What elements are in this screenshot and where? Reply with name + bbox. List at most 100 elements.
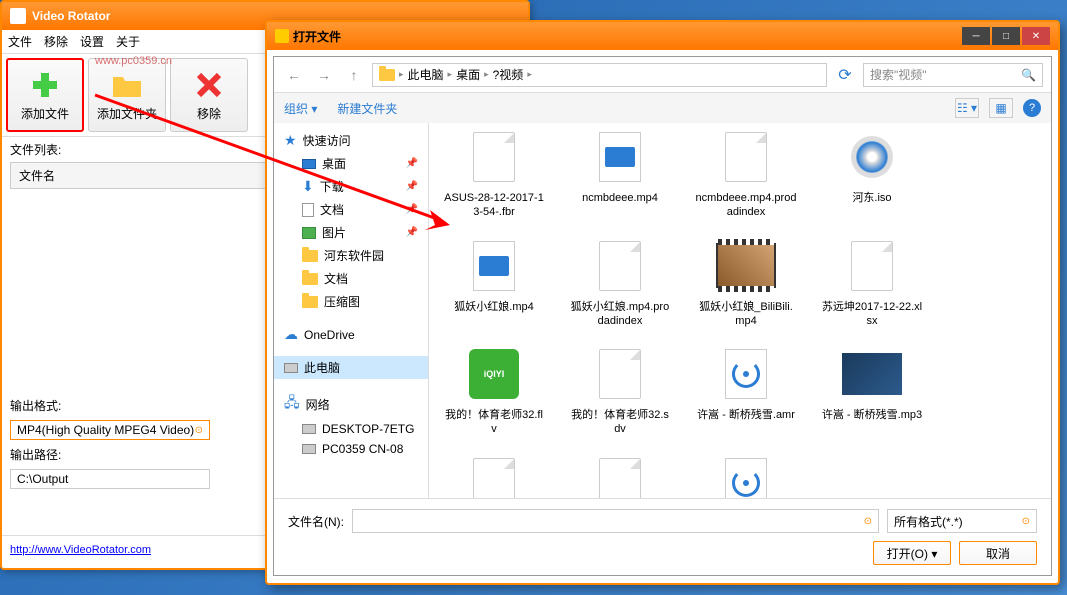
refresh-button[interactable]: ⟳ <box>833 63 857 87</box>
file-icon <box>590 236 650 296</box>
cloud-icon: ☁ <box>284 326 298 343</box>
menu-about[interactable]: 关于 <box>116 33 140 50</box>
file-name: ASUS-28-12-2017-13-54-.fbr <box>443 191 545 220</box>
sidebar-onedrive[interactable]: ☁OneDrive <box>274 323 428 346</box>
file-item[interactable]: iQIYI我的！体育老师32.flv <box>439 340 549 441</box>
file-name: 我的！体育老师32.sdv <box>569 408 671 437</box>
sidebar-documents[interactable]: 文档📌 <box>274 198 428 221</box>
output-format-select[interactable]: MP4(High Quality MPEG4 Video) ⊙ <box>10 420 210 440</box>
download-icon: ⬇ <box>302 178 314 195</box>
file-icon <box>590 453 650 498</box>
maximize-button[interactable]: □ <box>992 27 1020 45</box>
folder-icon <box>379 69 395 81</box>
filename-label: 文件名(N): <box>288 513 344 530</box>
add-folder-button[interactable]: 添加文件夹 <box>88 58 166 132</box>
x-icon <box>193 69 225 101</box>
help-button[interactable]: ? <box>1023 99 1041 117</box>
remove-label: 移除 <box>197 105 221 122</box>
breadcrumb-item[interactable]: 此电脑 <box>408 66 444 83</box>
plus-icon <box>29 69 61 101</box>
sidebar-network[interactable]: 🖧网络 <box>274 389 428 419</box>
pin-icon: 📌 <box>406 227 418 238</box>
file-item[interactable]: 苏远坤2017-12-22.xlsx <box>817 232 927 333</box>
forward-button[interactable]: → <box>312 63 336 87</box>
file-item[interactable]: 许嵩 - 断桥残雪.wav <box>691 449 801 498</box>
back-button[interactable]: ← <box>282 63 306 87</box>
menu-remove[interactable]: 移除 <box>44 33 68 50</box>
network-icon: 🖧 <box>284 392 300 416</box>
file-item[interactable]: 狐妖小红娘.mp4 <box>439 232 549 333</box>
picture-icon <box>302 227 316 239</box>
filename-input[interactable]: ⊙ <box>352 509 879 533</box>
file-item[interactable]: 许嵩 - 断桥残雪.amr <box>691 340 801 441</box>
watermark-url: www.pc0359.cn <box>95 55 172 67</box>
sidebar-pictures[interactable]: 图片📌 <box>274 221 428 244</box>
photo-icon <box>842 344 902 404</box>
file-icon <box>842 236 902 296</box>
file-name: 苏远坤2017-12-22.xlsx <box>821 300 923 329</box>
sidebar-downloads[interactable]: ⬇下载📌 <box>274 175 428 198</box>
file-name: ncmbdeee.mp4.prodadindex <box>695 191 797 220</box>
file-item[interactable]: ASUS-28-12-2017-13-54-.fbr <box>439 123 549 224</box>
sidebar-desktop[interactable]: 桌面📌 <box>274 152 428 175</box>
breadcrumb-item[interactable]: 桌面 <box>456 66 480 83</box>
output-path-label: 输出路径: <box>10 446 70 463</box>
close-button[interactable]: ✕ <box>1022 27 1050 45</box>
remove-button[interactable]: 移除 <box>170 58 248 132</box>
sidebar-pc0359[interactable]: PC0359 CN-08 <box>274 439 428 459</box>
view-button[interactable]: ☷ ▾ <box>955 98 979 118</box>
file-item[interactable]: 狐妖小红娘.mp4.prodadindex <box>565 232 675 333</box>
app-title: Video Rotator <box>32 9 110 23</box>
file-item[interactable]: 我的！体育老师32.sdv <box>565 340 675 441</box>
sidebar-desktop7[interactable]: DESKTOP-7ETG <box>274 419 428 439</box>
filetype-select[interactable]: 所有格式(*.*)⊙ <box>887 509 1037 533</box>
output-path-input[interactable]: C:\Output <box>10 469 210 489</box>
file-icon <box>464 127 524 187</box>
nav-bar: ← → ↑ ▸ 此电脑 ▸ 桌面 ▸ ?视频 ▸ ⟳ 搜索"视频" 🔍 <box>274 57 1051 93</box>
video-icon <box>464 236 524 296</box>
file-name: 狐妖小红娘.mp4 <box>454 300 533 314</box>
preview-button[interactable]: ▦ <box>989 98 1013 118</box>
file-name: 许嵩 - 断桥残雪.amr <box>697 408 795 422</box>
sidebar-documents2[interactable]: 文档 <box>274 267 428 290</box>
chevron-down-icon: ⊙ <box>864 516 872 527</box>
file-icon <box>590 344 650 404</box>
up-button[interactable]: ↑ <box>342 63 366 87</box>
audio-icon <box>716 344 776 404</box>
menu-settings[interactable]: 设置 <box>80 33 104 50</box>
dialog-body: ← → ↑ ▸ 此电脑 ▸ 桌面 ▸ ?视频 ▸ ⟳ 搜索"视频" 🔍 组织 ▾… <box>273 56 1052 576</box>
audio-icon <box>716 453 776 498</box>
video-icon <box>590 127 650 187</box>
folder-icon <box>302 250 318 262</box>
dialog-titlebar: 打开文件 ─ □ ✕ <box>267 22 1058 50</box>
file-item[interactable]: ncmbdeee.mp4 <box>565 123 675 224</box>
sidebar: ★快速访问 桌面📌 ⬇下载📌 文档📌 图片📌 河东软件园 文档 压缩图 ☁One… <box>274 123 429 498</box>
breadcrumb-item[interactable]: ?视频 <box>493 66 524 83</box>
add-file-button[interactable]: 添加文件 <box>6 58 84 132</box>
search-input[interactable]: 搜索"视频" 🔍 <box>863 63 1043 87</box>
file-item[interactable]: ncmbdeee.mp4.prodadindex <box>691 123 801 224</box>
file-item[interactable]: 狐妖小红娘_BiliBili.mp4 <box>691 232 801 333</box>
cancel-button[interactable]: 取消 <box>959 541 1037 565</box>
file-item[interactable]: 许嵩 - 断桥残雪.mp3 <box>817 340 927 441</box>
sidebar-this-pc[interactable]: 此电脑 <box>274 356 428 379</box>
new-folder-button[interactable]: 新建文件夹 <box>337 100 397 117</box>
open-button[interactable]: 打开(O) ▾ <box>873 541 951 565</box>
organize-button[interactable]: 组织 ▾ <box>284 100 317 117</box>
file-item[interactable]: 河东.iso <box>817 123 927 224</box>
minimize-button[interactable]: ─ <box>962 27 990 45</box>
organize-bar: 组织 ▾ 新建文件夹 ☷ ▾ ▦ ? <box>274 93 1051 123</box>
output-format-label: 输出格式: <box>10 397 70 414</box>
file-name: ncmbdeee.mp4 <box>582 191 658 205</box>
computer-icon <box>284 363 298 373</box>
sidebar-compress[interactable]: 压缩图 <box>274 290 428 313</box>
breadcrumb[interactable]: ▸ 此电脑 ▸ 桌面 ▸ ?视频 ▸ <box>372 63 827 87</box>
computer-icon <box>302 424 316 434</box>
menu-file[interactable]: 文件 <box>8 33 32 50</box>
file-open-dialog: 打开文件 ─ □ ✕ ← → ↑ ▸ 此电脑 ▸ 桌面 ▸ ?视频 ▸ ⟳ 搜索… <box>265 20 1060 585</box>
sidebar-hedong[interactable]: 河东软件园 <box>274 244 428 267</box>
file-item[interactable]: 许嵩 - 断桥残雪.sfk <box>565 449 675 498</box>
folder-icon <box>302 296 318 308</box>
file-item[interactable]: 许嵩 - 断桥残雪.mp3.sfk <box>439 449 549 498</box>
sidebar-quick-access[interactable]: ★快速访问 <box>274 129 428 152</box>
